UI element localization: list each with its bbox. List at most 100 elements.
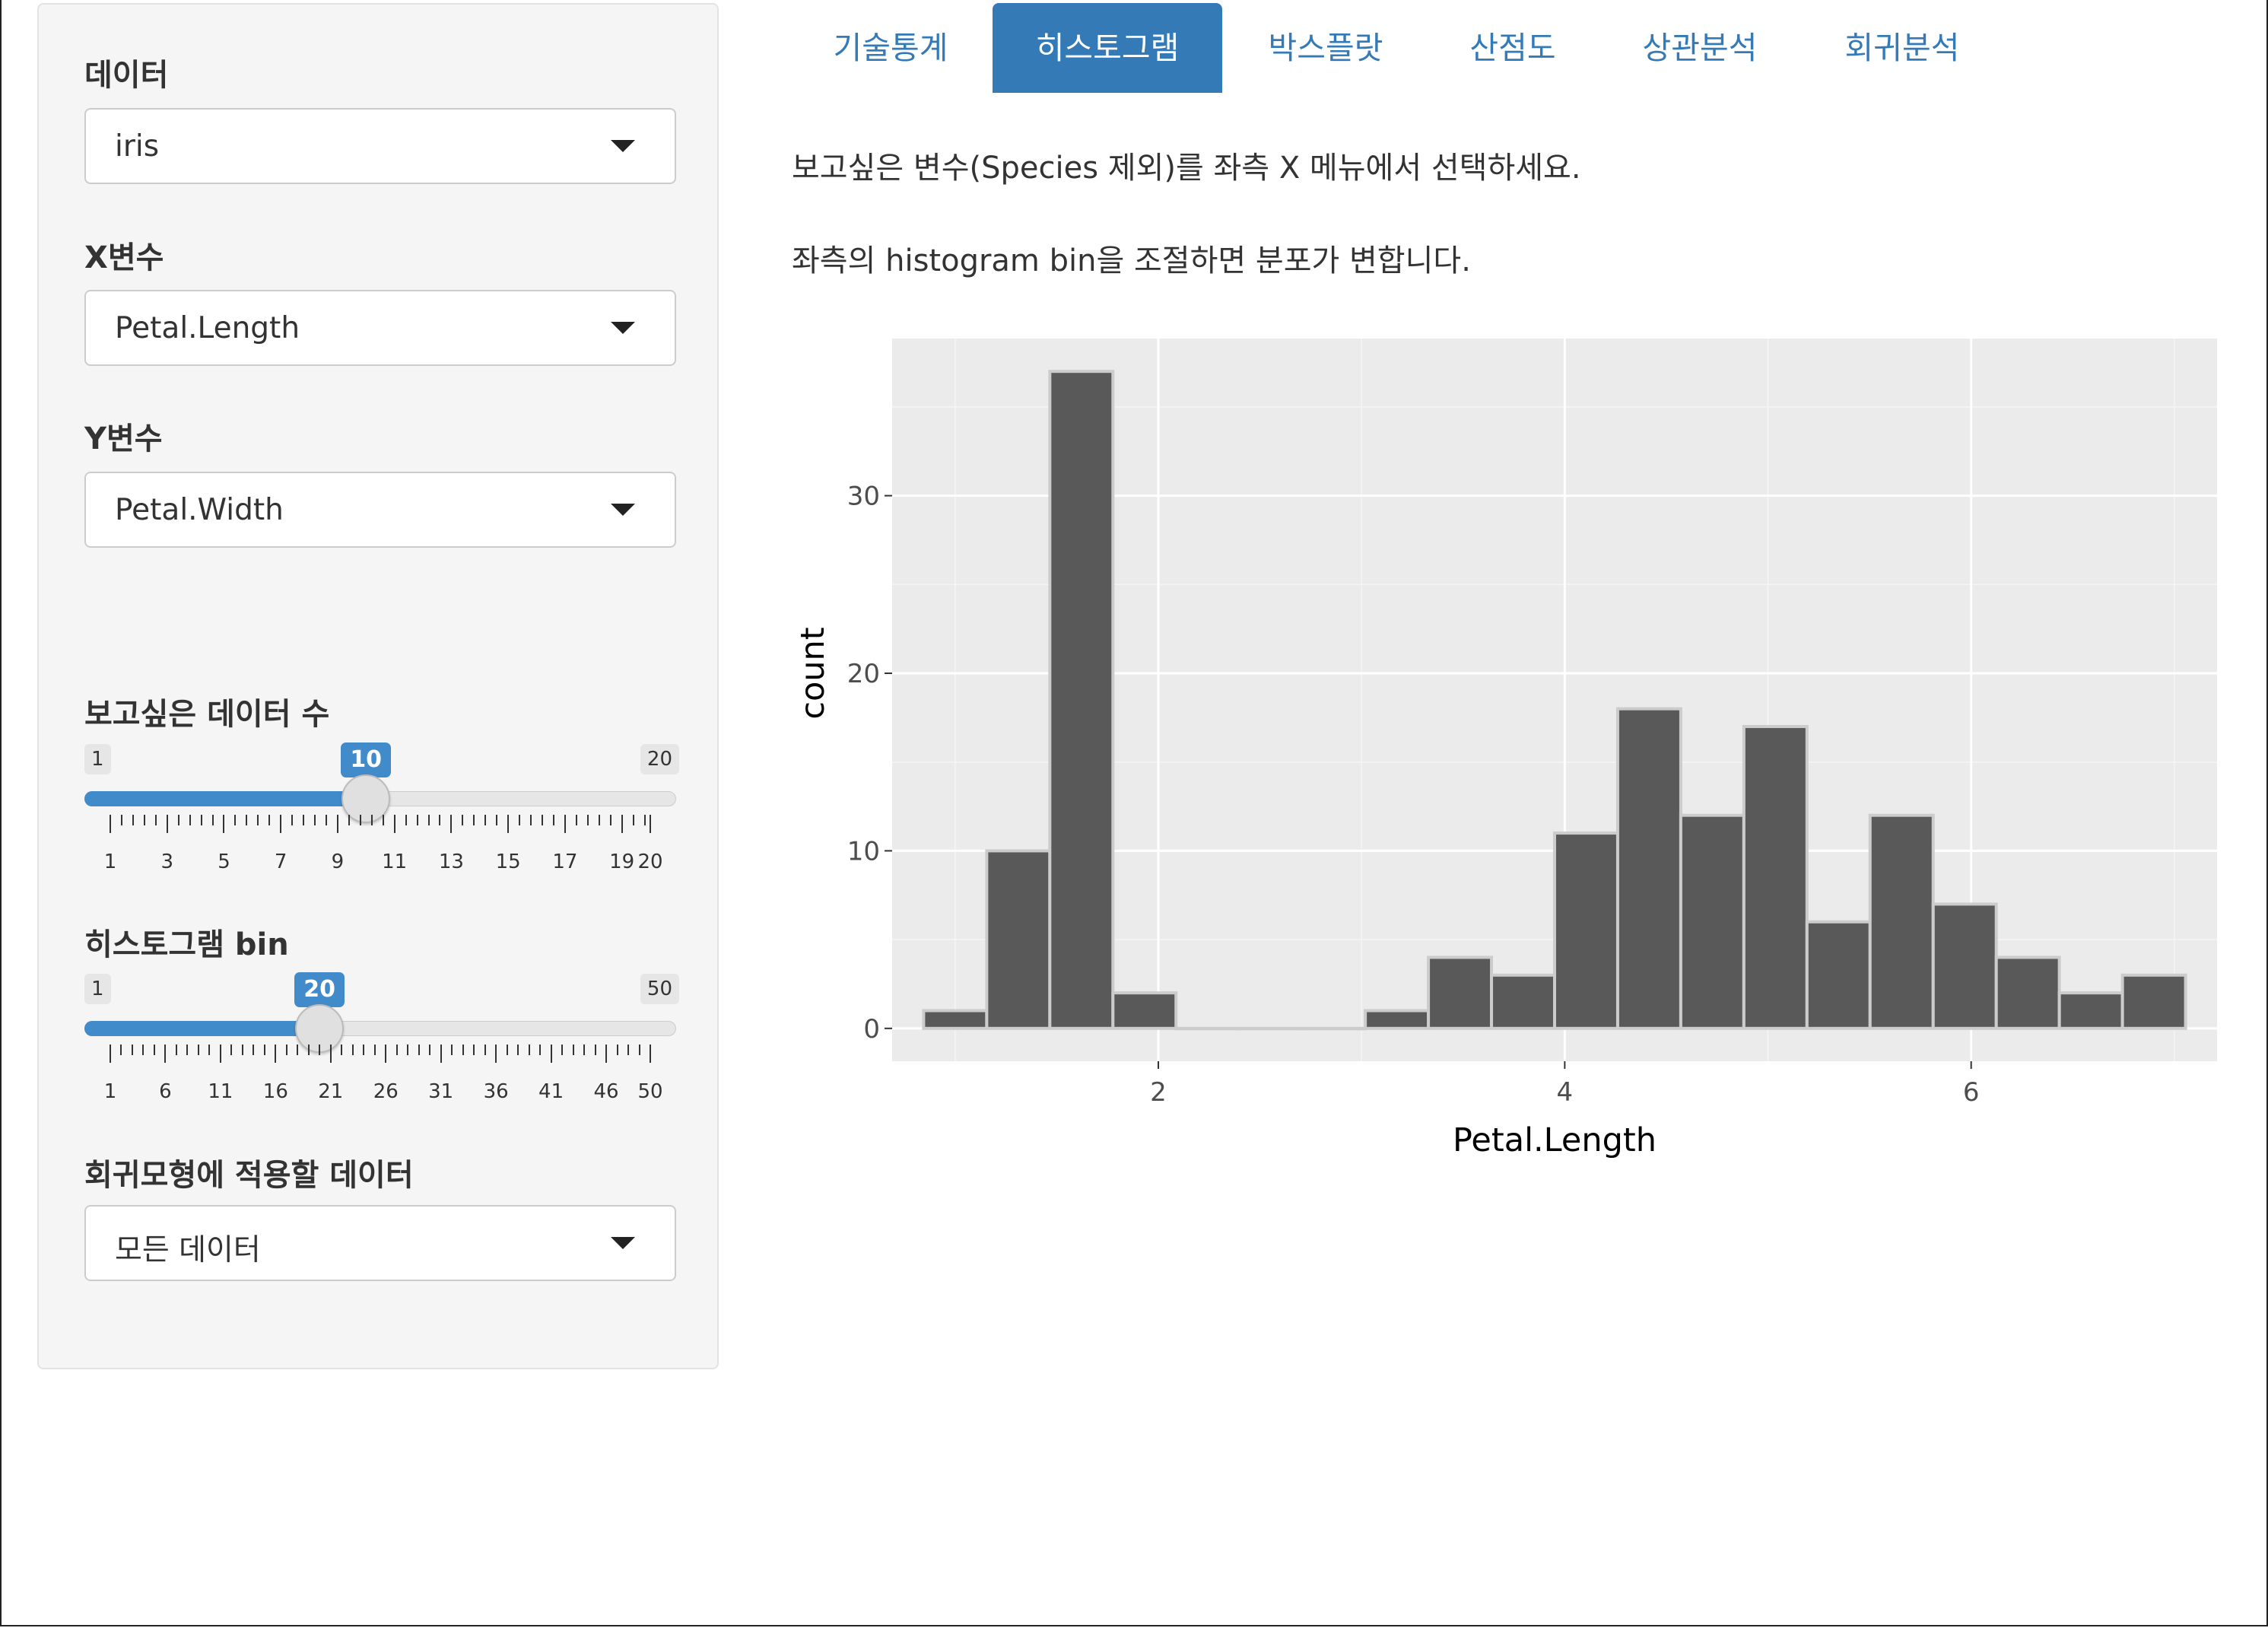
histogram-bar — [922, 1009, 989, 1030]
slider-minor-tick — [359, 815, 361, 825]
slider-major-tick — [385, 1045, 387, 1063]
x-tick-label: 4 — [1557, 1077, 1574, 1108]
histogram-bar — [1742, 725, 1809, 1030]
chevron-down-icon — [611, 140, 635, 152]
tab-regression[interactable]: 회귀분석 — [1803, 3, 2002, 93]
slider-minor-tick — [175, 1045, 177, 1055]
slider-minor-tick — [208, 1045, 211, 1055]
slider-major-tick — [650, 815, 651, 833]
slider-minor-tick — [291, 815, 294, 825]
y-variable-value: Petal.Width — [115, 493, 284, 527]
slider-tick-label: 3 — [160, 851, 174, 873]
slider-tick-label: 21 — [318, 1080, 344, 1103]
slider-tick-label: 20 — [637, 851, 663, 873]
slider-major-tick — [110, 815, 111, 833]
slider-minor-tick — [285, 1045, 287, 1055]
slider-minor-tick — [263, 1045, 265, 1055]
slider-tick-label: 46 — [593, 1080, 619, 1103]
slider-major-tick — [110, 1045, 111, 1063]
chevron-down-icon — [611, 504, 635, 516]
data-select[interactable]: iris — [84, 108, 676, 184]
x-variable-select[interactable]: Petal.Length — [84, 290, 676, 366]
slider-minor-tick — [451, 1045, 453, 1055]
slider-tick-label: 19 — [609, 851, 635, 873]
slider-minor-tick — [154, 815, 157, 825]
slider-major-tick — [275, 1045, 277, 1063]
slider-major-tick — [605, 1045, 608, 1063]
tab-boxplot[interactable]: 박스플랏 — [1226, 3, 1425, 93]
y-tick-label: 0 — [863, 1014, 880, 1045]
slider-minor-tick — [143, 815, 145, 825]
data-count-slider[interactable]: 1 20 10 1 3 5 7 9 11 13 15 17 19 20 — [84, 742, 679, 873]
slider-minor-tick — [583, 1045, 586, 1055]
slider-minor-tick — [303, 815, 305, 825]
histogram-bar — [1615, 707, 1682, 1030]
slider-minor-tick — [552, 815, 554, 825]
slider-minor-tick — [230, 1045, 233, 1055]
slider-major-tick — [564, 815, 566, 833]
slider-minor-tick — [462, 815, 464, 825]
tab-scatter[interactable]: 산점도 — [1428, 3, 1597, 93]
slider-tick-label: 5 — [218, 851, 230, 873]
y-variable-select[interactable]: Petal.Width — [84, 472, 676, 548]
histogram-bar — [1931, 902, 1998, 1030]
x-tick-label: 2 — [1150, 1077, 1167, 1108]
y-tick-label: 10 — [847, 836, 880, 866]
slider-minor-tick — [370, 815, 373, 825]
slider-tick-label: 16 — [262, 1080, 288, 1103]
histogram-bar — [1679, 813, 1745, 1030]
x-variable-label: X변수 — [84, 240, 164, 275]
slider-minor-tick — [528, 1045, 530, 1055]
slider-minor-tick — [616, 1045, 618, 1055]
x-tick-label: 6 — [1963, 1077, 1980, 1108]
slider-minor-tick — [382, 815, 384, 825]
slider-min-label: 1 — [84, 974, 111, 1004]
slider-minor-tick — [484, 1045, 486, 1055]
slider-major-tick — [621, 815, 623, 833]
histogram-bar — [2057, 991, 2124, 1030]
slider-minor-tick — [517, 1045, 519, 1055]
histogram-bar — [1111, 991, 1178, 1030]
histogram-bar — [1490, 973, 1556, 1030]
tab-descriptive-stats[interactable]: 기술통계 — [791, 3, 990, 93]
slider-minor-tick — [186, 1045, 189, 1055]
slider-tick-label: 26 — [373, 1080, 399, 1103]
slider-tick-label: 41 — [538, 1080, 564, 1103]
tab-histogram[interactable]: 히스토그램 — [993, 3, 1222, 93]
slider-minor-tick — [348, 815, 350, 825]
slider-tick-label: 15 — [495, 851, 521, 873]
hist-bin-slider[interactable]: 1 50 20 1 6 11 16 21 26 31 36 41 46 50 — [84, 972, 679, 1103]
x-axis-title: Petal.Length — [1453, 1121, 1657, 1159]
slider-tick-label: 6 — [159, 1080, 172, 1103]
slider-minor-tick — [257, 815, 259, 825]
slider-minor-tick — [234, 815, 237, 825]
slider-tick-label: 31 — [428, 1080, 454, 1103]
tab-correlation[interactable]: 상관분석 — [1600, 3, 1799, 93]
slider-minor-tick — [297, 1045, 299, 1055]
slider-tick-label: 11 — [382, 851, 408, 873]
slider-major-tick — [507, 815, 510, 833]
slider-fill — [84, 791, 367, 806]
slider-major-tick — [164, 1045, 167, 1063]
slider-major-tick — [393, 815, 395, 833]
slider-major-tick — [440, 1045, 442, 1063]
regression-data-value: 모든 데이터 — [115, 1233, 261, 1267]
slider-max-label: 20 — [640, 744, 679, 774]
slider-major-tick — [329, 1045, 332, 1063]
slider-tick-label: 1 — [103, 851, 117, 873]
slider-minor-tick — [632, 815, 634, 825]
histogram-bar — [985, 849, 1052, 1030]
slider-minor-tick — [363, 1045, 365, 1055]
chevron-down-icon — [611, 1237, 635, 1249]
regression-data-select[interactable]: 모든 데이터 — [84, 1205, 676, 1281]
chevron-down-icon — [611, 322, 635, 334]
slider-minor-tick — [319, 1045, 321, 1055]
slider-value-badge: 20 — [294, 972, 345, 1013]
slider-minor-tick — [638, 1045, 640, 1055]
bin-hint-text: 좌측의 histogram bin을 조절하면 분포가 변합니다. — [792, 243, 1471, 278]
slider-tick-label: 36 — [483, 1080, 509, 1103]
slider-minor-tick — [326, 815, 327, 825]
slider-major-tick — [223, 815, 225, 833]
slider-minor-tick — [197, 1045, 199, 1055]
histogram-chart: 0 10 20 30 2 4 6 Petal.Length count — [783, 320, 2228, 1220]
